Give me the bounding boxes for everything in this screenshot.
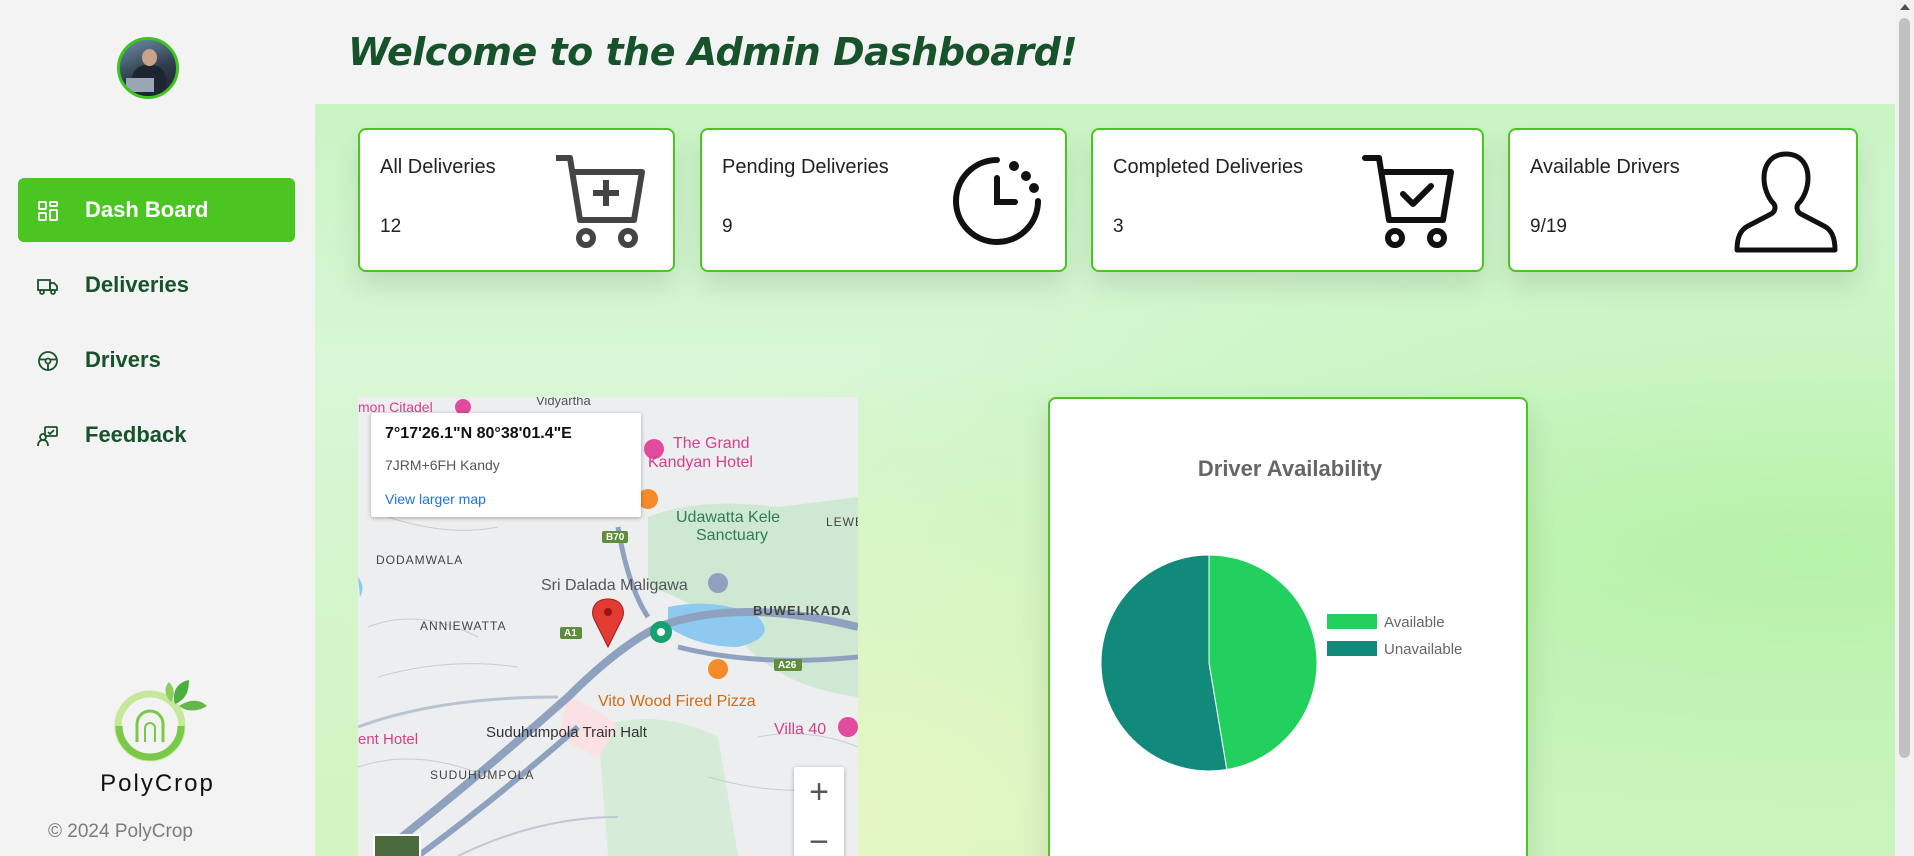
map-label: A1 [564, 628, 577, 639]
cart-plus-icon [552, 152, 652, 257]
view-larger-map-link[interactable]: View larger map [385, 491, 486, 507]
map-label: Sanctuary [696, 527, 769, 544]
map-label: SUDUHUMPOLA [430, 768, 535, 782]
map-label: BUWELIKADA [753, 603, 852, 618]
legend-label[interactable]: Unavailable [1384, 641, 1462, 658]
copyright-text: © 2024 PolyCrop [48, 821, 193, 842]
sidebar-item-feedback[interactable]: Feedback [18, 403, 295, 467]
card-title: All Deliveries [380, 156, 496, 178]
feedback-person-icon [37, 425, 59, 447]
map-embed[interactable]: mon Citadel Vidyartha The Grand Kandyan … [358, 397, 858, 856]
avatar[interactable] [117, 37, 179, 99]
card-title: Completed Deliveries [1113, 156, 1304, 178]
map-label: The Grand [673, 435, 750, 452]
zoom-out-button[interactable]: − [794, 817, 844, 856]
user-icon [1734, 150, 1838, 259]
map-label: Udawatta Kele [676, 509, 781, 526]
map-zoom-controls: + − [794, 767, 844, 856]
sidebar: Dash Board Deliveries Drivers Feedback P… [0, 0, 315, 856]
pie-slice-unavailable[interactable] [1100, 554, 1228, 772]
map-label: Sri Dalada Maligawa [541, 577, 688, 594]
map-label: DODAMWALA [376, 553, 464, 567]
map-label: LEWE [826, 515, 858, 529]
main-content: Welcome to the Admin Dashboard! All Deli… [315, 0, 1895, 856]
scroll-thumb[interactable] [1899, 18, 1910, 758]
pie-slice-available[interactable] [1208, 554, 1318, 771]
card-value: 12 [380, 216, 402, 237]
card-value: 3 [1113, 216, 1124, 237]
sidebar-item-label: Dash Board [85, 197, 209, 222]
card-all-deliveries[interactable]: All Deliveries 12 [358, 128, 675, 272]
sidebar-item-dashboard[interactable]: Dash Board [18, 178, 295, 242]
sidebar-item-label: Feedback [85, 422, 187, 447]
sidebar-item-label: Drivers [85, 347, 161, 372]
map-label: Villa 40 [774, 721, 827, 738]
card-title: Pending Deliveries [722, 156, 889, 178]
steering-wheel-icon [37, 350, 59, 372]
legend-swatch [1327, 614, 1377, 629]
driver-availability-chart: Driver Availability Available Unavailable [1048, 397, 1528, 856]
sidebar-item-label: Deliveries [85, 272, 189, 297]
brand: PolyCrop [0, 676, 315, 798]
legend-label[interactable]: Available [1384, 614, 1445, 631]
map-label: Vito Wood Fired Pizza [598, 693, 756, 710]
map-info-window: 7°17'26.1"N 80°38'01.4"E 7JRM+6FH Kandy … [371, 413, 641, 517]
legend-swatch [1327, 641, 1377, 656]
truck-icon [37, 275, 59, 297]
map-label: Kandyan Hotel [648, 454, 753, 471]
map-coordinates: 7°17'26.1"N 80°38'01.4"E [385, 425, 572, 442]
sidebar-item-deliveries[interactable]: Deliveries [18, 253, 295, 317]
sidebar-nav: Dash Board Deliveries Drivers Feedback [18, 178, 295, 478]
card-pending-deliveries[interactable]: Pending Deliveries 9 [700, 128, 1067, 272]
card-available-drivers[interactable]: Available Drivers 9/19 [1508, 128, 1858, 272]
map-label: B70 [606, 532, 625, 543]
card-title: Available Drivers [1530, 156, 1680, 178]
polycrop-logo [105, 676, 210, 766]
map-label: ANNIEWATTA [420, 619, 507, 633]
chart-title: Driver Availability [1198, 456, 1383, 481]
scroll-up-arrow[interactable] [1900, 4, 1910, 10]
card-completed-deliveries[interactable]: Completed Deliveries 3 [1091, 128, 1484, 272]
map-label: ent Hotel [358, 731, 419, 748]
page-title: Welcome to the Admin Dashboard! [348, 30, 1078, 74]
card-value: 9 [722, 216, 733, 237]
dashboard-grid-icon [37, 200, 59, 222]
map-plus-code: 7JRM+6FH Kandy [385, 457, 500, 473]
scrollbar[interactable] [1895, 0, 1914, 856]
cart-check-icon [1361, 152, 1461, 257]
map-label: A26 [778, 660, 797, 671]
zoom-in-button[interactable]: + [794, 767, 844, 817]
map-label: Vidyartha [536, 397, 591, 408]
header: Welcome to the Admin Dashboard! [315, 0, 1895, 104]
sidebar-item-drivers[interactable]: Drivers [18, 328, 295, 392]
clock-icon [952, 156, 1042, 251]
map-label: Suduhumpola Train Halt [486, 724, 647, 741]
map-layer-thumbnail[interactable] [373, 834, 421, 856]
brand-name: PolyCrop [100, 770, 215, 797]
card-value: 9/19 [1530, 216, 1567, 237]
